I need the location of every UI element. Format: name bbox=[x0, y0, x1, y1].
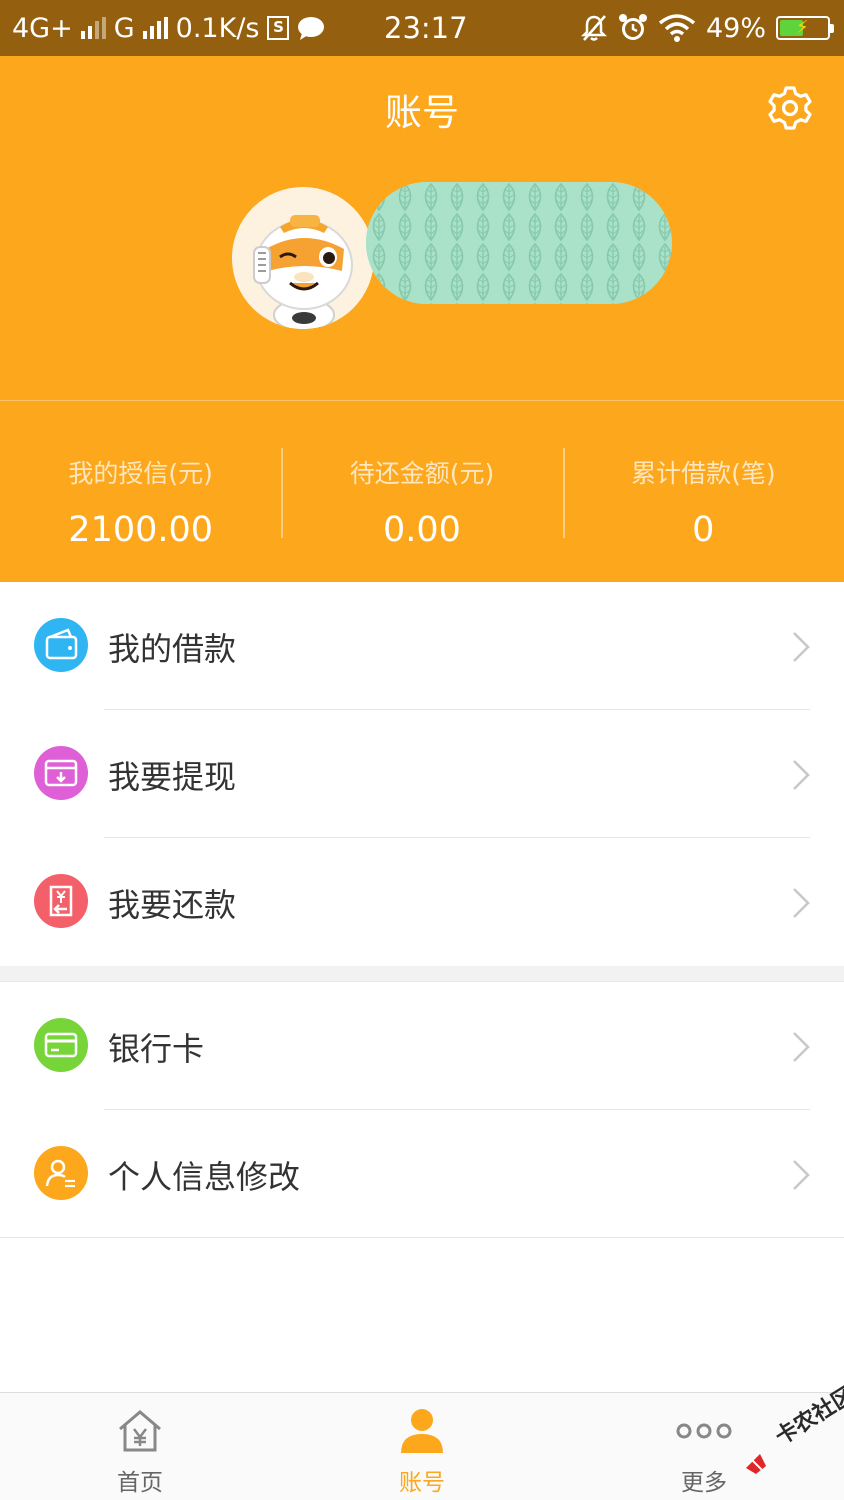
network-type-1: 4G+ bbox=[12, 12, 73, 44]
nickname-obscured bbox=[366, 182, 672, 304]
chevron-right-icon bbox=[793, 1160, 810, 1190]
bell-off-icon bbox=[580, 15, 608, 41]
menu-label: 个人信息修改 bbox=[108, 1158, 301, 1196]
section-gap bbox=[0, 966, 844, 982]
home-yen-icon bbox=[119, 1410, 161, 1452]
menu-label: 我要还款 bbox=[108, 886, 237, 924]
user-icon bbox=[401, 1409, 443, 1453]
tab-home[interactable]: 首页 bbox=[70, 1393, 210, 1500]
status-bar: 4G+ G 0.1K/s S 23:17 49% ⚡ bbox=[0, 0, 844, 56]
network-type-2: G bbox=[113, 12, 135, 44]
menu-label: 银行卡 bbox=[108, 1030, 205, 1068]
stat-value: 2100.00 bbox=[68, 510, 214, 550]
stat-value: 0.00 bbox=[383, 510, 461, 550]
stat-value: 0 bbox=[692, 510, 715, 550]
stat-label: 累计借款(笔) bbox=[631, 459, 776, 488]
account-header: 账号 我的授信(元) 2100.00 待还金额(元) 0.00 累计借款(笔) … bbox=[0, 56, 844, 582]
bank-card-icon bbox=[34, 1018, 88, 1072]
signal-icon-2 bbox=[142, 17, 168, 39]
withdraw-icon bbox=[34, 746, 88, 800]
more-dots-icon bbox=[676, 1423, 732, 1439]
menu-label: 我要提现 bbox=[108, 758, 237, 796]
network-speed: 0.1K/s bbox=[175, 12, 260, 44]
chevron-right-icon bbox=[793, 888, 810, 918]
menu-group-loans: 我的借款 我要提现 我要还款 bbox=[0, 582, 844, 966]
wifi-icon bbox=[658, 14, 696, 42]
repay-icon bbox=[34, 874, 88, 928]
stat-label: 我的授信(元) bbox=[68, 459, 213, 488]
tab-label: 首页 bbox=[117, 1470, 163, 1496]
stat-credit[interactable]: 我的授信(元) 2100.00 bbox=[0, 444, 281, 550]
status-bar-right: 49% ⚡ bbox=[580, 0, 834, 56]
chevron-right-icon bbox=[793, 632, 810, 662]
menu-item-withdraw[interactable]: 我要提现 bbox=[0, 710, 844, 838]
battery-percent: 49% bbox=[705, 12, 766, 44]
tab-account[interactable]: 账号 bbox=[352, 1393, 492, 1500]
menu-label: 我的借款 bbox=[108, 630, 237, 668]
page-title: 账号 bbox=[385, 91, 459, 134]
signal-icon bbox=[80, 17, 106, 39]
menu-group-account: 银行卡 个人信息修改 bbox=[0, 982, 844, 1238]
alarm-icon bbox=[618, 14, 647, 40]
tab-label: 账号 bbox=[399, 1470, 445, 1496]
header-divider bbox=[0, 400, 844, 401]
status-bar-left: 4G+ G 0.1K/s S bbox=[12, 0, 325, 56]
gear-icon[interactable] bbox=[766, 84, 814, 132]
menu-item-my-loans[interactable]: 我的借款 bbox=[0, 582, 844, 710]
avatar[interactable] bbox=[232, 187, 374, 329]
menu-item-bank-card[interactable]: 银行卡 bbox=[0, 982, 844, 1110]
chevron-right-icon bbox=[793, 760, 810, 790]
bottom-tab-bar: 首页 账号 更多 bbox=[0, 1392, 844, 1500]
chat-bubble-icon bbox=[298, 17, 325, 40]
chevron-right-icon bbox=[793, 1032, 810, 1062]
menu-item-profile-edit[interactable]: 个人信息修改 bbox=[0, 1110, 844, 1238]
stat-label: 待还金额(元) bbox=[349, 459, 495, 488]
user-edit-icon bbox=[34, 1146, 88, 1200]
wallet-icon bbox=[34, 618, 88, 672]
robot-mascot-image bbox=[232, 187, 374, 329]
battery-icon: ⚡ bbox=[776, 16, 834, 40]
stats-row: 我的授信(元) 2100.00 待还金额(元) 0.00 累计借款(笔) 0 bbox=[0, 444, 844, 550]
menu-item-repay[interactable]: 我要还款 bbox=[0, 838, 844, 966]
sim-icon: S bbox=[267, 16, 290, 40]
stat-total-loans[interactable]: 累计借款(笔) 0 bbox=[562, 444, 844, 550]
stat-pending-repayment[interactable]: 待还金额(元) 0.00 bbox=[281, 444, 562, 550]
status-time: 23:17 bbox=[384, 11, 468, 45]
